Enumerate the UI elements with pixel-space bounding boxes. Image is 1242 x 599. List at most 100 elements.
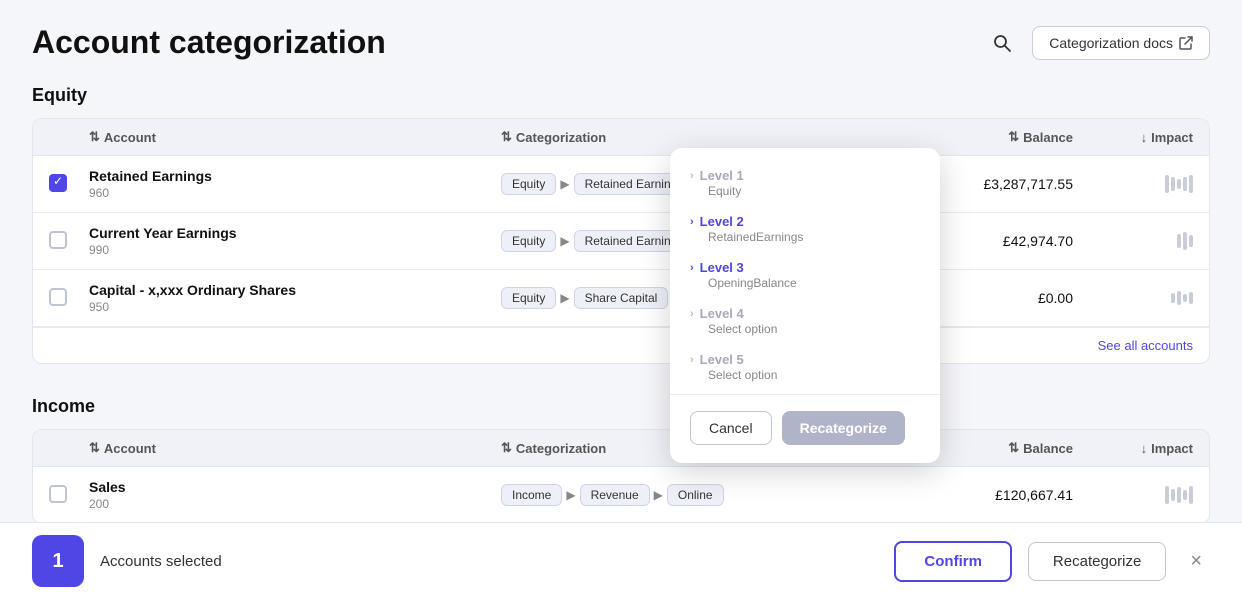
dropdown-cancel-button[interactable]: Cancel — [690, 411, 772, 445]
dropdown-actions: Cancel Recategorize — [670, 399, 940, 451]
impact-bar — [1165, 175, 1169, 193]
level-2-sublabel: RetainedEarnings — [690, 230, 920, 244]
account-cell: Capital - x,xxx Ordinary Shares 950 — [89, 282, 501, 314]
equity-table-header: ⇅ Account ⇅ Categorization ⇅ Balance ↓ I… — [33, 119, 1209, 156]
impact-cell — [1073, 291, 1193, 305]
level-4-label: › Level 4 — [690, 306, 920, 321]
col-impact[interactable]: ↓ Impact — [1073, 130, 1193, 145]
chevron-icon: › — [690, 308, 694, 320]
level-1-label: › Level 1 — [690, 168, 920, 183]
level-3-sublabel: OpeningBalance — [690, 276, 920, 290]
col-categorization[interactable]: ⇅ Categorization — [501, 129, 913, 145]
account-cell: Current Year Earnings 990 — [89, 225, 501, 257]
income-table: ⇅ Account ⇅ Categorization ⇅ Balance ↓ I… — [32, 429, 1210, 524]
page-title: Account categorization — [32, 24, 386, 61]
cat-tag-equity: Equity — [501, 287, 556, 309]
search-button[interactable] — [984, 25, 1020, 61]
col-account[interactable]: ⇅ Account — [89, 129, 501, 145]
cat-tag-equity: Equity — [501, 173, 556, 195]
page-wrapper: Account categorization Categorization do… — [0, 0, 1242, 599]
sort-icon: ⇅ — [501, 440, 512, 456]
chevron-icon: › — [690, 170, 694, 182]
cat-tag-revenue: Revenue — [580, 484, 650, 506]
cat-arrow: ▶ — [654, 488, 663, 502]
col-balance[interactable]: ⇅ Balance — [913, 129, 1073, 145]
col-impact-income[interactable]: ↓ Impact — [1073, 441, 1193, 456]
selected-count-badge: 1 — [32, 535, 84, 587]
equity-section-title: Equity — [0, 77, 1242, 118]
cat-arrow: ▶ — [560, 291, 569, 305]
account-name: Capital - x,xxx Ordinary Shares — [89, 282, 501, 298]
income-table-header: ⇅ Account ⇅ Categorization ⇅ Balance ↓ I… — [33, 430, 1209, 467]
confirm-button[interactable]: Confirm — [894, 541, 1012, 582]
dropdown-level-4[interactable]: › Level 4 Select option — [670, 298, 940, 344]
see-all-button[interactable]: See all accounts — [1098, 338, 1193, 353]
account-name: Sales — [89, 479, 501, 495]
checkbox-cell[interactable] — [49, 288, 89, 309]
cat-tag-equity: Equity — [501, 230, 556, 252]
external-link-icon — [1179, 36, 1193, 50]
chevron-icon: › — [690, 354, 694, 366]
row-checkbox-2[interactable] — [49, 231, 67, 249]
level-2-label: › Level 2 — [690, 214, 920, 229]
dropdown-level-2[interactable]: › Level 2 RetainedEarnings — [670, 206, 940, 252]
impact-cell — [1073, 486, 1193, 504]
impact-bar — [1171, 177, 1175, 191]
account-code: 960 — [89, 186, 501, 200]
cat-arrow: ▶ — [560, 177, 569, 191]
impact-bar — [1177, 291, 1181, 305]
cat-tag-income: Income — [501, 484, 562, 506]
balance-cell: £120,667.41 — [913, 487, 1073, 503]
chevron-icon: › — [690, 216, 694, 228]
sort-icon: ⇅ — [89, 129, 100, 145]
table-row: Sales 200 Income ▶ Revenue ▶ Online £120… — [33, 467, 1209, 523]
sort-icon: ⇅ — [501, 129, 512, 145]
impact-bar — [1171, 293, 1175, 303]
dropdown-level-1[interactable]: › Level 1 Equity — [670, 160, 940, 206]
income-section: Income ⇅ Account ⇅ Categorization ⇅ Bala… — [0, 364, 1242, 524]
impact-bar — [1183, 490, 1187, 500]
col-account-income[interactable]: ⇅ Account — [89, 440, 501, 456]
sort-icon: ⇅ — [89, 440, 100, 456]
impact-bar — [1189, 235, 1193, 247]
account-name: Current Year Earnings — [89, 225, 501, 241]
account-cell: Retained Earnings 960 — [89, 168, 501, 200]
level-5-label: › Level 5 — [690, 352, 920, 367]
impact-bar — [1177, 487, 1181, 503]
checkbox-cell[interactable] — [49, 485, 89, 506]
impact-bar — [1165, 486, 1169, 504]
account-cell: Sales 200 — [89, 479, 501, 511]
table-row: Capital - x,xxx Ordinary Shares 950 Equi… — [33, 270, 1209, 327]
dropdown-divider — [670, 394, 940, 395]
checkbox-cell[interactable] — [49, 231, 89, 252]
impact-bar — [1189, 292, 1193, 304]
table-row: Current Year Earnings 990 Equity ▶ Retai… — [33, 213, 1209, 270]
checkbox-cell[interactable] — [49, 174, 89, 195]
page-header: Account categorization Categorization do… — [0, 0, 1242, 77]
row-checkbox-3[interactable] — [49, 288, 67, 306]
account-name: Retained Earnings — [89, 168, 501, 184]
impact-cell — [1073, 175, 1193, 193]
selected-accounts-label: Accounts selected — [100, 553, 878, 570]
account-code: 950 — [89, 300, 501, 314]
dropdown-level-5[interactable]: › Level 5 Select option — [670, 344, 940, 390]
docs-button[interactable]: Categorization docs — [1032, 26, 1210, 60]
row-checkbox-1[interactable] — [49, 174, 67, 192]
level-5-sublabel: Select option — [690, 368, 920, 382]
table-row: Retained Earnings 960 Equity ▶ Retained … — [33, 156, 1209, 213]
row-checkbox-sales[interactable] — [49, 485, 67, 503]
recategorize-button[interactable]: Recategorize — [1028, 542, 1166, 581]
dropdown-level-3[interactable]: › Level 3 OpeningBalance — [670, 252, 940, 298]
see-all-row: See all accounts — [33, 327, 1209, 363]
level-3-label: › Level 3 — [690, 260, 920, 275]
close-bottom-bar-button[interactable]: × — [1182, 542, 1210, 581]
impact-bar — [1189, 175, 1193, 193]
chevron-icon: › — [690, 262, 694, 274]
impact-cell — [1073, 232, 1193, 250]
impact-bar — [1177, 234, 1181, 248]
impact-bar — [1171, 489, 1175, 501]
impact-bar — [1183, 294, 1187, 302]
account-code: 990 — [89, 243, 501, 257]
impact-bar — [1177, 179, 1181, 189]
cat-arrow: ▶ — [560, 234, 569, 248]
